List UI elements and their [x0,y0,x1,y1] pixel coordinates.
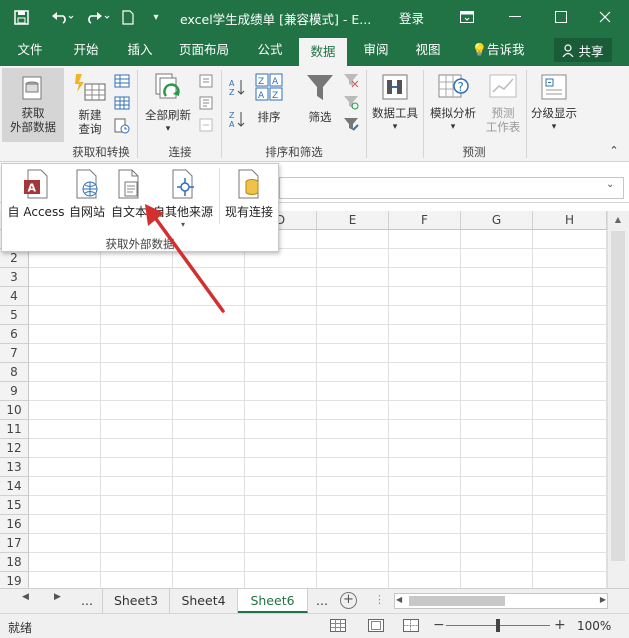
status-bar: 就绪 − + 100% [0,613,629,638]
scroll-left-icon[interactable]: ◀ [396,595,402,604]
page-break-view-icon[interactable] [403,619,419,635]
prev-sheet-icon[interactable]: ◀ [22,592,29,602]
sheet-overflow-right[interactable]: ... [308,589,336,613]
page-layout-view-icon[interactable] [368,619,384,635]
zoom-in-icon[interactable]: + [554,617,566,633]
zoom-slider-thumb[interactable] [496,619,500,632]
sheet-overflow-left[interactable]: ... [72,589,102,613]
normal-view-icon[interactable] [330,619,346,635]
tab-split-handle-icon[interactable]: ⋮ [374,593,385,606]
zoom-level[interactable]: 100% [577,619,611,633]
arrow-head [145,204,164,226]
add-sheet-icon[interactable]: + [340,592,357,609]
sheet-tab[interactable]: Sheet3 [102,589,170,613]
horizontal-scrollbar[interactable]: ◀ ▶ [394,593,608,609]
next-sheet-icon[interactable]: ▶ [54,592,61,602]
sheet-tab-active[interactable]: Sheet6 [238,589,308,613]
horizontal-scroll-thumb[interactable] [409,596,505,606]
annotation-arrow-icon [145,204,225,313]
scroll-right-icon[interactable]: ▶ [600,595,606,604]
sheet-tab[interactable]: Sheet4 [170,589,238,613]
zoom-out-icon[interactable]: − [433,617,445,633]
status-ready: 就绪 [8,621,33,635]
sheet-tabs-bar: ◀ ▶ ... Sheet3 Sheet4 Sheet6 ... + ⋮ ◀ ▶ [0,588,629,613]
